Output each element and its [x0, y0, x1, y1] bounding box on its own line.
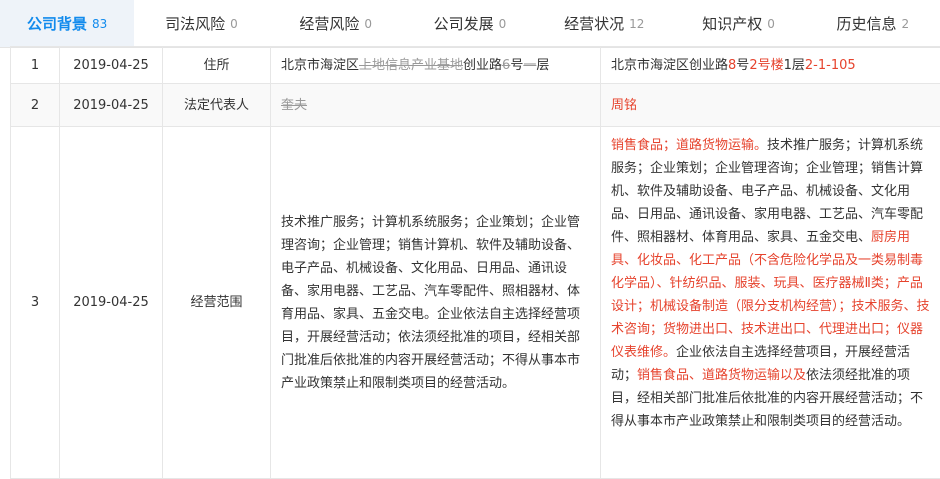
- unchanged-text: 层: [792, 58, 805, 73]
- tab-count: 12: [629, 17, 644, 31]
- tab-count: 0: [767, 17, 775, 31]
- unchanged-text: 号: [510, 58, 523, 73]
- row-index: 2: [11, 84, 60, 127]
- tab-label: 公司发展: [434, 13, 494, 34]
- change-date: 2019-04-25: [60, 47, 163, 84]
- row-index: 3: [11, 127, 60, 479]
- tab-count: 0: [230, 17, 238, 31]
- tab-count: 83: [92, 17, 107, 31]
- tab-company-background[interactable]: 公司背景 83: [0, 0, 134, 47]
- tab-label: 知识产权: [702, 13, 762, 34]
- unchanged-text: 技术推广服务；计算机系统服务；企业策划；企业管理咨询；企业管理；销售计算机、软件…: [611, 138, 923, 245]
- removed-text: 一: [523, 58, 536, 73]
- change-date: 2019-04-25: [60, 127, 163, 479]
- change-item: 住所: [163, 47, 271, 84]
- tab-business-status[interactable]: 经营状况 12: [537, 0, 671, 47]
- tab-count: 0: [364, 17, 372, 31]
- tab-company-development[interactable]: 公司发展 0: [403, 0, 537, 47]
- unchanged-text: 北京市海淀区: [281, 58, 359, 73]
- content-after: 北京市海淀区创业路8号2号楼1层2-1-105: [601, 47, 940, 84]
- added-text: 2-1-105: [805, 58, 856, 73]
- row-index: 1: [11, 47, 60, 84]
- removed-text: 上地信息产业基地: [359, 58, 463, 73]
- unchanged-text: 北京市海淀区创业路: [611, 58, 728, 73]
- change-item: 经营范围: [163, 127, 271, 479]
- tab-label: 经营状况: [564, 13, 624, 34]
- tab-count: 2: [902, 17, 910, 31]
- unchanged-text: 层: [536, 58, 549, 73]
- change-date: 2019-04-25: [60, 84, 163, 127]
- added-text: 销售食品、道路货物运输以及: [637, 368, 806, 383]
- added-text: 2号楼: [749, 58, 783, 73]
- tab-label: 公司背景: [27, 13, 87, 34]
- unchanged-text: 1: [784, 58, 792, 73]
- tab-bar: 公司背景 83 司法风险 0 经营风险 0 公司发展 0 经营状况 12 知识产…: [0, 0, 940, 48]
- content-after: 销售食品；道路货物运输。技术推广服务；计算机系统服务；企业策划；企业管理咨询；企…: [601, 127, 940, 479]
- tab-label: 历史信息: [837, 13, 897, 34]
- removed-text: 奎夫: [281, 98, 307, 113]
- table-row: 3 2019-04-25 经营范围 技术推广服务；计算机系统服务；企业策划；企业…: [11, 127, 940, 479]
- tab-count: 0: [499, 17, 507, 31]
- change-records-table: 1 2019-04-25 住所 北京市海淀区上地信息产业基地创业路6号一层 北京…: [10, 46, 940, 479]
- change-item: 法定代表人: [163, 84, 271, 127]
- tab-operating-risk[interactable]: 经营风险 0: [269, 0, 403, 47]
- added-text: 厨房用具、化妆品、化工产品（不含危险化学品及一类易制毒化学品）、针纺织品、服装、…: [611, 230, 930, 360]
- content-before: 技术推广服务；计算机系统服务；企业策划；企业管理咨询；企业管理；销售计算机、软件…: [271, 127, 601, 479]
- added-text: 销售食品；道路货物运输。: [611, 138, 767, 153]
- unchanged-text: 号: [736, 58, 749, 73]
- tab-history-info[interactable]: 历史信息 2: [806, 0, 940, 47]
- tab-label: 经营风险: [299, 13, 359, 34]
- table-row: 1 2019-04-25 住所 北京市海淀区上地信息产业基地创业路6号一层 北京…: [11, 47, 940, 84]
- content-before: 北京市海淀区上地信息产业基地创业路6号一层: [271, 47, 601, 84]
- content-before: 奎夫: [271, 84, 601, 127]
- tab-judicial-risk[interactable]: 司法风险 0: [134, 0, 268, 47]
- tab-intellectual-property[interactable]: 知识产权 0: [671, 0, 805, 47]
- table-row: 2 2019-04-25 法定代表人 奎夫 周铭: [11, 84, 940, 127]
- added-text: 周铭: [611, 98, 637, 113]
- tab-label: 司法风险: [165, 13, 225, 34]
- unchanged-text: 创业路: [463, 58, 502, 73]
- content-after: 周铭: [601, 84, 940, 127]
- unchanged-text: 技术推广服务；计算机系统服务；企业策划；企业管理咨询；企业管理；销售计算机、软件…: [281, 215, 580, 391]
